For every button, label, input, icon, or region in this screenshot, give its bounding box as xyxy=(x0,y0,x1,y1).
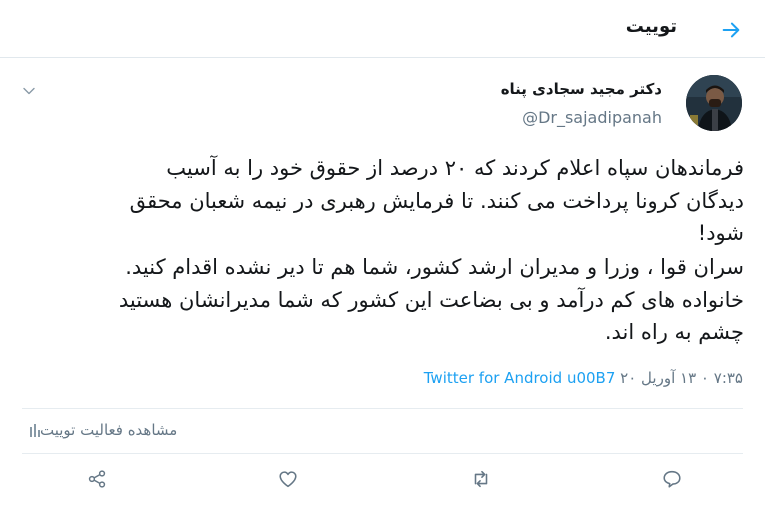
activity-label: مشاهده فعالیت توییت xyxy=(40,421,178,439)
divider xyxy=(22,408,743,409)
tweet-meta: ۷:۳۵ ۰ ۱۳ آوریل ۲۰ Twitter for Android u… xyxy=(424,369,743,387)
share-icon[interactable] xyxy=(86,468,108,490)
top-bar: توییت xyxy=(0,0,765,58)
tweet-detail: دکتر مجید سجادی پناه @Dr_sajadipanah فرم… xyxy=(0,58,765,513)
view-activity-link[interactable]: مشاهده فعالیت توییت xyxy=(22,421,177,439)
heart-icon[interactable] xyxy=(277,468,299,490)
divider xyxy=(22,453,743,454)
tweet-text-line: سران قوا ، وزرا و مدیران ارشد کشور، شما … xyxy=(125,255,744,279)
avatar-image xyxy=(686,75,742,131)
reply-icon[interactable] xyxy=(661,468,683,490)
tweet-text-line: دیدگان کرونا پرداخت می کنند. تا فرمایش ر… xyxy=(129,188,744,213)
author-handle[interactable]: @Dr_sajadipanah xyxy=(522,108,662,127)
page-title: توییت xyxy=(625,16,677,37)
tweet-text-line: چشم به راه اند. xyxy=(604,320,744,344)
tweet-text-line: خانواده های کم درآمد و بی بضاعت این کشور… xyxy=(118,287,744,312)
tweet-timestamp: ۷:۳۵ ۰ ۱۳ آوریل ۲۰ xyxy=(620,369,743,387)
arrow-right-icon[interactable] xyxy=(720,19,742,41)
avatar[interactable] xyxy=(686,75,742,131)
chevron-down-icon[interactable] xyxy=(22,84,36,98)
retweet-icon[interactable] xyxy=(470,468,492,490)
tweet-text-line: شود! xyxy=(697,221,744,245)
tweet-source-link[interactable]: Twitter for Android u00B7 xyxy=(424,369,616,387)
tweet-text-line: فرماندهان سپاه اعلام کردند که ۲۰ درصد از… xyxy=(166,156,744,180)
bar-chart-icon xyxy=(30,423,40,437)
author-name[interactable]: دکتر مجید سجادی پناه xyxy=(501,80,662,98)
